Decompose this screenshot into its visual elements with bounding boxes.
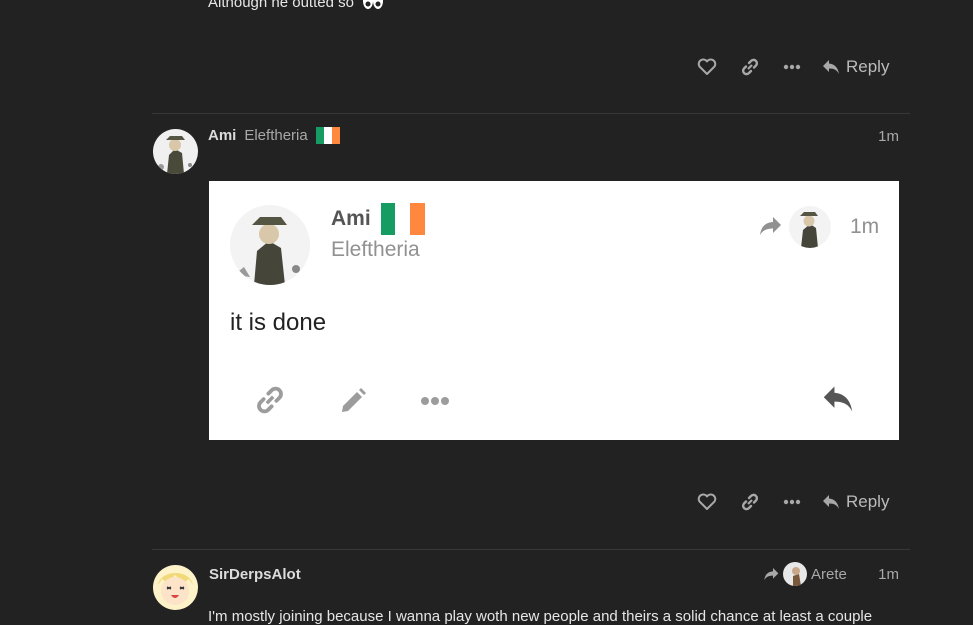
eyes-emoji-icon	[362, 0, 384, 14]
post-divider	[152, 113, 910, 114]
reply-button[interactable]: Reply	[822, 57, 889, 77]
card-reply-icon[interactable]	[822, 384, 854, 419]
reply-to-arrow-icon	[764, 568, 779, 580]
copy-link-icon[interactable]	[740, 57, 760, 77]
card-user-title: Eleftheria	[331, 238, 420, 261]
copy-link-icon[interactable]	[740, 492, 760, 512]
reply-arrow-icon	[823, 495, 839, 509]
more-options-icon[interactable]	[782, 57, 802, 77]
ireland-flag-icon	[380, 203, 425, 235]
card-username[interactable]: Ami	[331, 207, 371, 231]
reply-button[interactable]: Reply	[822, 492, 889, 512]
reply-arrow-icon	[823, 60, 839, 74]
like-heart-icon[interactable]	[697, 492, 717, 512]
reply-to-username: Arete	[811, 565, 847, 583]
embedded-post-card: Ami Eleftheria 1m it is done	[209, 181, 899, 440]
card-reply-to-icon	[758, 216, 782, 241]
card-avatar[interactable]	[230, 205, 310, 285]
card-link-icon[interactable]	[254, 384, 286, 421]
avatar-ami[interactable]	[153, 129, 198, 174]
card-header: Ami	[331, 203, 425, 235]
username[interactable]: SirDerpsAlot	[209, 566, 301, 583]
previous-post-actions: Reply	[697, 55, 899, 79]
post-time[interactable]: 1m	[878, 566, 899, 583]
username[interactable]: Ami	[208, 127, 236, 144]
user-title: Eleftheria	[244, 127, 308, 144]
post-divider	[152, 549, 910, 550]
post-header-ami: Ami Eleftheria	[208, 127, 340, 144]
post-time[interactable]: 1m	[878, 128, 899, 145]
card-more-options-icon[interactable]	[420, 393, 450, 411]
ireland-flag-icon	[315, 127, 340, 144]
avatar-sirderpsalot[interactable]	[153, 565, 198, 610]
card-edit-pencil-icon[interactable]	[337, 384, 369, 421]
more-options-icon[interactable]	[782, 492, 802, 512]
card-body: it is done	[230, 309, 327, 336]
post-actions-ami: Reply	[697, 490, 899, 514]
reply-to-indicator[interactable]: Arete	[763, 562, 847, 586]
card-reply-avatar[interactable]	[789, 206, 831, 248]
reply-to-avatar	[783, 562, 807, 586]
like-heart-icon[interactable]	[697, 57, 717, 77]
previous-post-text: Although he outted so	[208, 0, 384, 14]
post-body-text: I'm mostly joining because I wanna play …	[208, 608, 873, 625]
card-time[interactable]: 1m	[850, 215, 879, 239]
